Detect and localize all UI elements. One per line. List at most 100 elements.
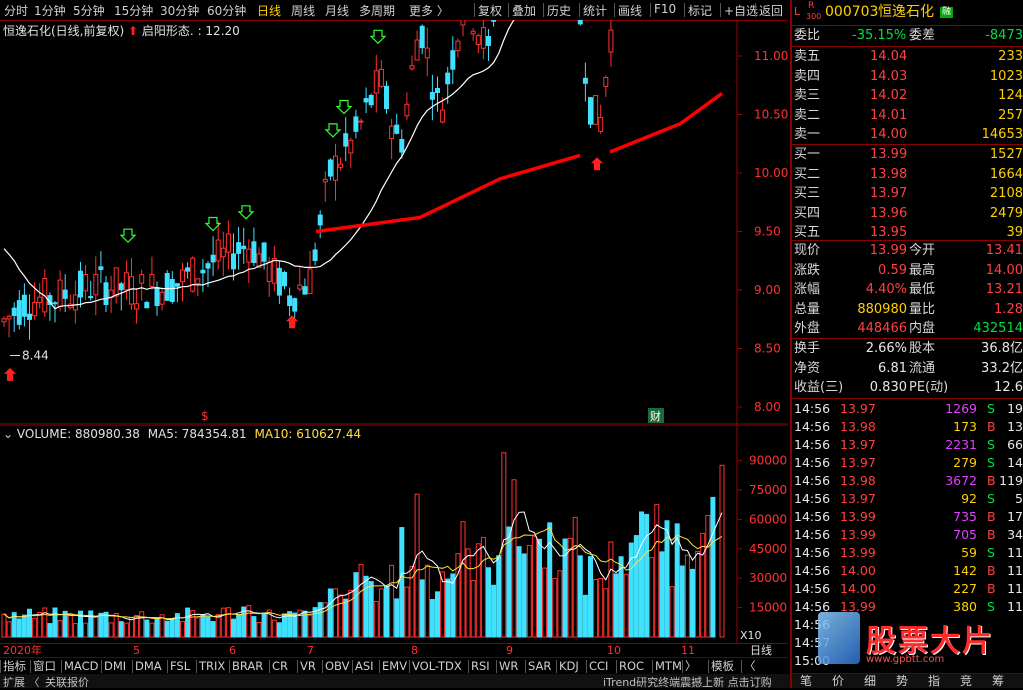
indicator-tab-10[interactable]: OBV <box>325 659 349 674</box>
candle <box>424 27 430 77</box>
indicator-tab-21[interactable]: 〉 <box>685 659 697 674</box>
ask-label: 卖二 <box>794 107 821 123</box>
pattern-name: 启阳形态. <box>141 24 194 38</box>
toolbar-action-0[interactable]: 复权 <box>478 2 502 19</box>
toolbar-action-1[interactable]: 叠加 <box>512 2 536 19</box>
candle <box>78 261 83 308</box>
stat-value: 13.99 <box>869 243 907 258</box>
indicator-tab-6[interactable]: TRIX <box>199 659 225 674</box>
volume-bar <box>623 573 629 638</box>
period-9[interactable]: 多周期 <box>359 2 395 19</box>
chevron-down-icon[interactable]: ⌄ <box>3 427 13 441</box>
period-8[interactable]: 月线 <box>325 2 349 19</box>
period-7[interactable]: 周线 <box>291 2 315 19</box>
volume-bar <box>317 602 323 638</box>
down-arrow-icon <box>324 123 342 138</box>
candle <box>27 294 32 340</box>
indicator-tab-19[interactable]: ROC <box>619 659 644 674</box>
volume-bar <box>93 616 99 638</box>
indicator-tab-22[interactable]: 模板 <box>711 659 734 674</box>
volume-bar <box>113 612 119 638</box>
indicator-tab-16[interactable]: SAR <box>528 659 551 674</box>
candle <box>353 109 359 139</box>
tick-volume: 3672 <box>945 473 977 488</box>
tick-count: 11 <box>1007 563 1023 578</box>
indicator-tab-11[interactable]: ASI <box>355 659 374 674</box>
ask-volume: 1023 <box>989 68 1023 84</box>
indicator-tab-8[interactable]: CR <box>272 659 288 674</box>
volume-bar <box>684 554 690 638</box>
toolbar-action-4[interactable]: 画线 <box>618 2 642 19</box>
bid-price: 13.97 <box>870 186 908 201</box>
quote-tab-0[interactable]: 笔 <box>800 674 812 689</box>
volume-bar <box>644 513 650 638</box>
indicator-tab-0[interactable]: 指标 <box>3 659 26 674</box>
period-10[interactable]: 更多 〉 <box>409 2 449 19</box>
tab-separator <box>616 660 617 673</box>
fundamental-value: 6.81 <box>878 360 907 376</box>
toolbar-action-3[interactable]: 统计 <box>583 2 607 19</box>
period-2[interactable]: 5分钟 <box>73 2 105 19</box>
indicator-tab-3[interactable]: DMI <box>104 659 126 674</box>
quote-tab-6[interactable]: 筹 <box>992 674 1004 689</box>
toolbar-separator <box>474 3 475 17</box>
tab-separator <box>379 660 380 673</box>
quote-tab-4[interactable]: 指 <box>928 674 940 689</box>
bid-label: 买四 <box>794 205 821 221</box>
indicator-tab-9[interactable]: VR <box>300 659 316 674</box>
toolbar-action-7[interactable]: +自选 <box>724 2 758 19</box>
fundamental-value: 2.66% <box>865 341 907 356</box>
toolbar-action-6[interactable]: 标记 <box>688 2 712 19</box>
period-4[interactable]: 30分钟 <box>160 2 199 19</box>
tick-count: 13 <box>1007 419 1023 434</box>
period-6[interactable]: 日线 <box>257 2 281 19</box>
indicator-tab-5[interactable]: FSL <box>170 659 190 674</box>
tick-count: 11 <box>1007 545 1023 560</box>
kline-chart[interactable]: 14.0013.5013.0012.5012.0011.5011.0010.50… <box>0 0 788 425</box>
tick-side: B <box>987 563 996 578</box>
indicator-tab-7[interactable]: BRAR <box>232 659 263 674</box>
quote-tab-3[interactable]: 势 <box>896 674 908 689</box>
period-0[interactable]: 分时 <box>4 2 28 19</box>
toolbar-action-2[interactable]: 历史 <box>547 2 571 19</box>
indicator-tab-1[interactable]: 窗口 <box>33 659 56 674</box>
period-5[interactable]: 60分钟 <box>207 2 246 19</box>
indicator-tab-13[interactable]: VOL-TDX <box>412 659 462 674</box>
volume-bar <box>419 579 425 638</box>
toolbar-action-5[interactable]: F10 <box>654 2 676 16</box>
indicator-tab-17[interactable]: KDJ <box>559 659 579 674</box>
volume-chart[interactable]: 90000 75000 60000 45000 30000 15000 X10 ⌄ VOLU… <box>0 424 788 643</box>
tick-time: 14:56 <box>794 617 831 632</box>
quote-tab-1[interactable]: 价 <box>832 674 844 689</box>
period-3[interactable]: 15分钟 <box>114 2 153 19</box>
volume-bar <box>348 589 354 638</box>
tick-row: 14:56 13.99 735 B 17 <box>792 508 1023 526</box>
volume-bar <box>491 584 497 638</box>
bid-row: 买二 13.98 1664 <box>792 165 1023 185</box>
candle <box>455 38 461 58</box>
tick-row: 14:56 13.97 279 S 14 <box>792 454 1023 472</box>
indicator-tab-14[interactable]: RSI <box>471 659 490 674</box>
candle <box>52 301 58 323</box>
tab-separator <box>741 660 742 673</box>
fundamental-label: 净资 <box>794 360 821 376</box>
quote-tab-5[interactable]: 竞 <box>960 674 972 689</box>
indicator-tab-15[interactable]: WR <box>499 659 518 674</box>
quote-panel: L R 300 000703 恒逸石化 融 委比 -35.15% 委差 -847… <box>790 0 1023 688</box>
ma-line <box>3 0 685 310</box>
volume-bar <box>394 598 400 638</box>
indicator-tab-12[interactable]: EMV <box>382 659 407 674</box>
indicator-tab-18[interactable]: CCI <box>589 659 608 674</box>
toolbar-action-8[interactable]: 返回 <box>759 2 783 19</box>
stat-value: 0.59 <box>878 262 907 278</box>
tick-time: 14:56 <box>794 509 831 524</box>
indicator-tab-4[interactable]: DMA <box>135 659 162 674</box>
quote-tab-2[interactable]: 细 <box>864 674 876 689</box>
volume-bar <box>480 536 486 638</box>
dividend-marker[interactable]: $ <box>201 409 209 423</box>
volume-bar <box>496 555 502 638</box>
indicator-tab-2[interactable]: MACD <box>64 659 98 674</box>
indicator-tab-23[interactable]: 〈 <box>744 659 756 674</box>
indicator-tab-20[interactable]: MTM <box>655 659 682 674</box>
period-1[interactable]: 1分钟 <box>34 2 66 19</box>
